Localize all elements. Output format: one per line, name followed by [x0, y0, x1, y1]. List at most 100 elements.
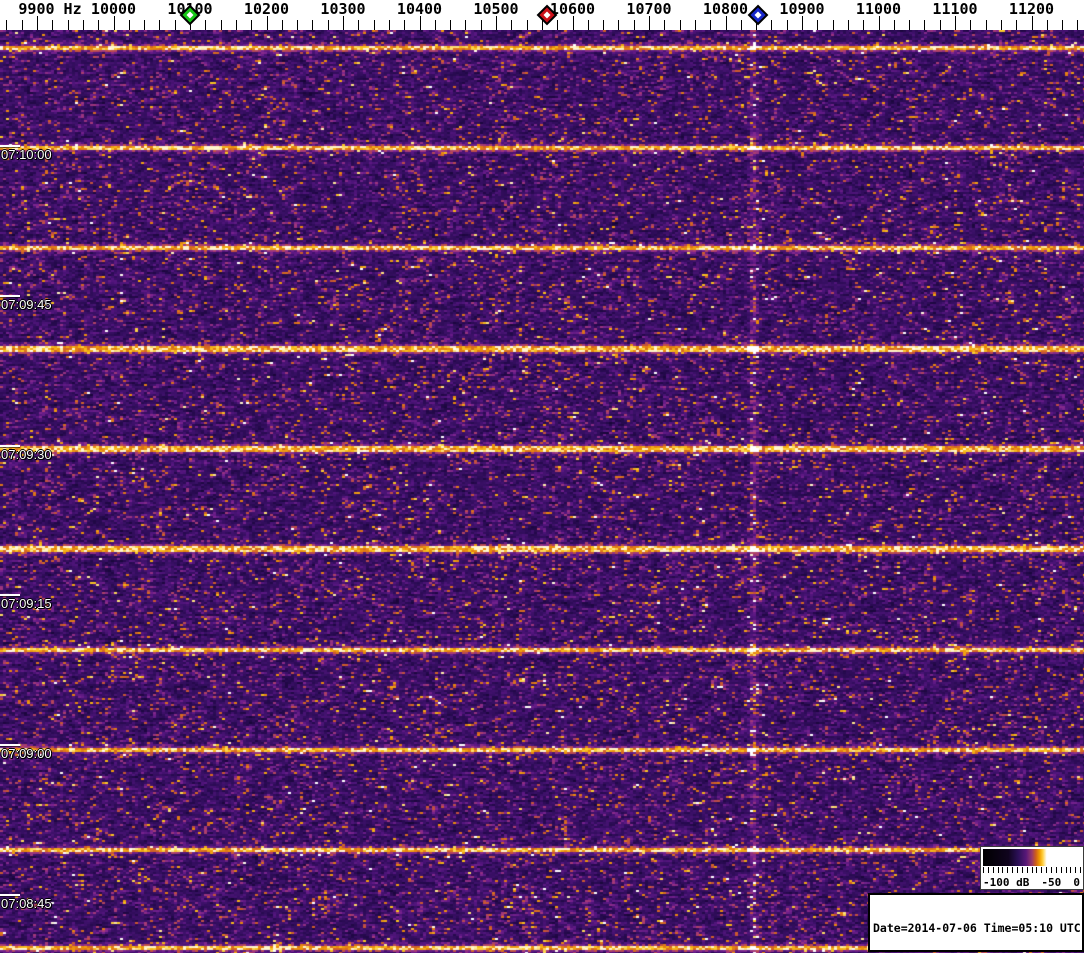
info-line-datetime: Date=2014-07-06 Time=05:10 UTC — [873, 921, 1081, 935]
frequency-ruler[interactable]: 9900 Hz100001010010200103001040010500106… — [0, 0, 1084, 30]
db-scale-labels: -100 dB -50 0 — [983, 876, 1080, 889]
ruler-minor-tick — [480, 20, 482, 30]
ruler-minor-tick — [1062, 20, 1064, 30]
ruler-minor-tick — [786, 20, 788, 30]
ruler-minor-tick — [694, 20, 696, 30]
ruler-minor-tick — [373, 20, 375, 30]
db-scale-tick — [987, 867, 989, 873]
freq-label: 11200 — [1008, 0, 1055, 18]
info-box: Date=2014-07-06 Time=05:10 UTC Freq=143 … — [868, 893, 1084, 952]
db-scale-tick — [1031, 867, 1033, 873]
freq-label: 10800 — [702, 0, 749, 18]
ruler-minor-tick — [771, 20, 773, 30]
db-scale-tick — [1007, 867, 1009, 873]
ruler-minor-tick — [144, 20, 146, 30]
ruler-minor-tick — [526, 20, 528, 30]
db-label-mid: -50 — [1041, 876, 1062, 889]
ruler-minor-tick — [1016, 20, 1018, 30]
db-scale-tick — [1041, 867, 1043, 873]
ruler-minor-tick — [251, 20, 253, 30]
ruler-minor-tick — [633, 20, 635, 30]
ruler-minor-tick — [82, 20, 84, 30]
db-label-max: 0 — [1073, 876, 1080, 889]
db-scale-tick — [1012, 867, 1014, 873]
ruler-major-tick — [266, 16, 268, 30]
ruler-major-tick — [343, 16, 344, 30]
ruler-minor-tick — [710, 20, 712, 30]
ruler-minor-tick — [358, 20, 360, 30]
ruler-minor-tick — [235, 20, 237, 30]
ruler-major-tick — [725, 16, 727, 30]
time-label: 07:09:30 — [1, 447, 52, 462]
freq-label: 10300 — [320, 0, 366, 18]
waterfall-canvas — [0, 30, 1084, 953]
ruler-major-tick — [113, 16, 115, 30]
time-label: 07:09:00 — [1, 746, 52, 761]
db-scale-tick — [983, 867, 984, 873]
db-scale-ticks — [983, 867, 1081, 874]
ruler-minor-tick — [220, 20, 222, 30]
ruler-minor-tick — [388, 20, 390, 30]
db-scale-tick — [1080, 867, 1081, 873]
ruler-minor-tick — [1077, 20, 1079, 30]
db-scale-tick — [1002, 867, 1004, 873]
red-diamond-marker-icon[interactable] — [536, 4, 558, 26]
ruler-major-tick — [649, 16, 650, 30]
ruler-minor-tick — [205, 20, 207, 30]
ruler-minor-tick — [404, 20, 406, 30]
ruler-minor-tick — [98, 20, 100, 30]
blue-diamond-marker-icon[interactable] — [747, 4, 769, 26]
time-label: 07:08:45 — [1, 896, 52, 911]
ruler-major-tick — [37, 16, 38, 30]
ruler-minor-tick — [939, 20, 941, 30]
ruler-minor-tick — [970, 20, 972, 30]
ruler-minor-tick — [52, 20, 54, 30]
ruler-minor-tick — [909, 20, 911, 30]
freq-label: 10400 — [396, 0, 443, 18]
db-scale-tick — [997, 867, 999, 873]
ruler-minor-tick — [465, 20, 467, 30]
ruler-minor-tick — [128, 20, 130, 30]
ruler-minor-tick — [174, 20, 176, 30]
ruler-minor-tick — [1000, 20, 1002, 30]
green-diamond-marker-icon[interactable] — [179, 4, 201, 26]
ruler-minor-tick — [297, 20, 299, 30]
ruler-major-tick — [878, 16, 880, 30]
ruler-minor-tick — [312, 20, 314, 30]
ruler-major-tick — [802, 16, 803, 30]
db-scale-tick — [1050, 867, 1052, 873]
ruler-minor-tick — [450, 20, 452, 30]
db-label-min: -100 dB — [983, 876, 1030, 889]
freq-label: 11100 — [932, 0, 978, 18]
time-label: 07:10:00 — [1, 147, 52, 162]
db-scale-tick — [1060, 867, 1062, 873]
ruler-minor-tick — [1046, 20, 1048, 30]
ruler-minor-tick — [327, 20, 329, 30]
spectrogram-window: 9900 Hz100001010010200103001040010500106… — [0, 0, 1084, 953]
ruler-minor-tick — [664, 20, 666, 30]
freq-label: 10700 — [626, 0, 672, 18]
db-scale-tick — [1021, 867, 1023, 873]
freq-label: 11000 — [855, 0, 902, 18]
db-scale-tick — [1065, 867, 1067, 873]
ruler-minor-tick — [587, 20, 589, 30]
ruler-minor-tick — [281, 20, 283, 30]
time-label: 07:09:15 — [1, 596, 52, 611]
db-scale-tick — [1075, 867, 1077, 873]
ruler-minor-tick — [67, 20, 69, 30]
ruler-minor-tick — [740, 20, 742, 30]
time-label: 07:09:45 — [1, 297, 52, 312]
ruler-minor-tick — [817, 20, 819, 30]
ruler-major-tick — [419, 16, 421, 30]
ruler-minor-tick — [159, 20, 161, 30]
db-scale-tick — [1070, 867, 1072, 873]
freq-label: 10000 — [90, 0, 137, 18]
db-gradient-bar — [983, 849, 1081, 866]
ruler-minor-tick — [832, 20, 834, 30]
freq-label: 10900 — [779, 0, 825, 18]
ruler-minor-tick — [924, 20, 926, 30]
ruler-minor-tick — [847, 20, 849, 30]
db-scale-tick — [1055, 867, 1057, 873]
ruler-minor-tick — [985, 20, 987, 30]
db-scale-tick — [992, 867, 994, 873]
